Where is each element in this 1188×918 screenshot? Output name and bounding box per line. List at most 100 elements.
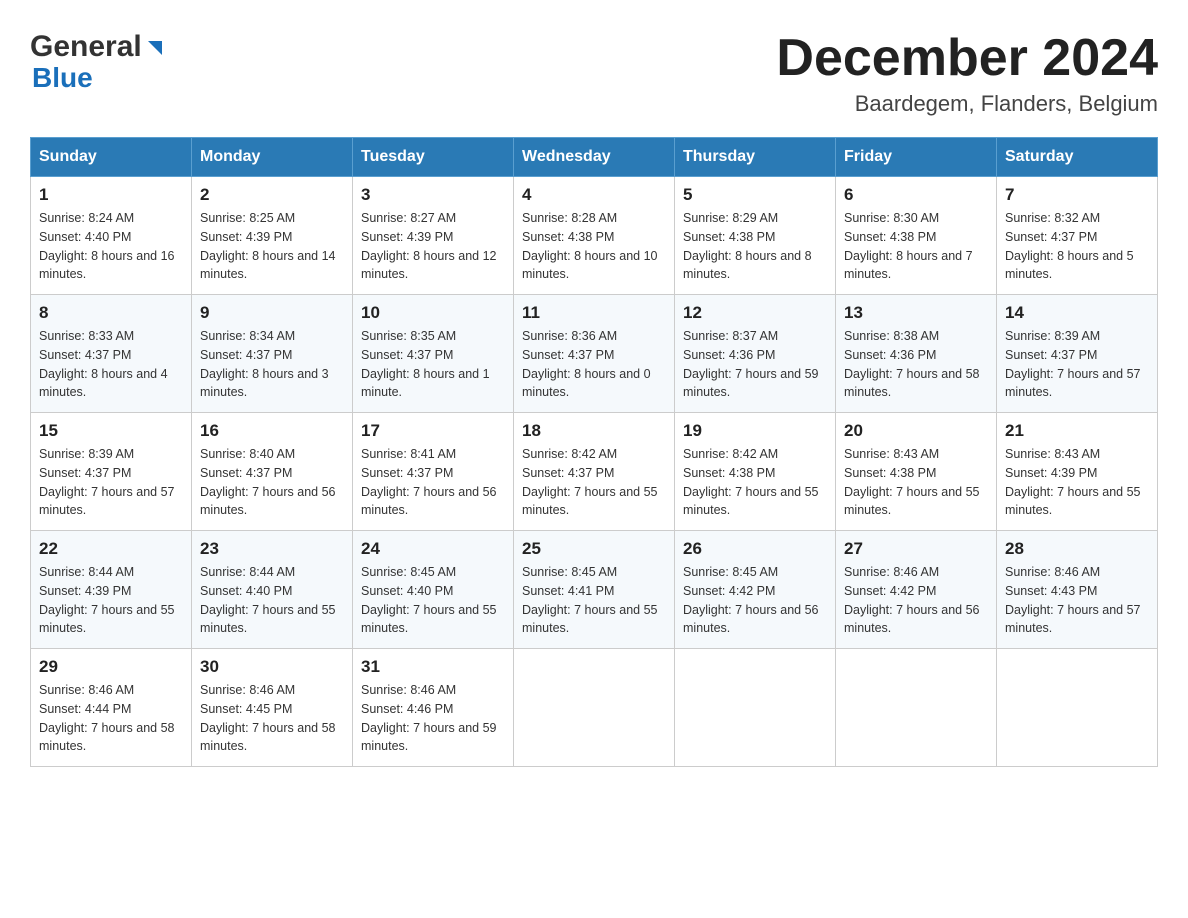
day-number: 9 [200,303,344,323]
day-number: 24 [361,539,505,559]
day-number: 6 [844,185,988,205]
day-number: 8 [39,303,183,323]
calendar-cell: 25 Sunrise: 8:45 AMSunset: 4:41 PMDayligh… [514,531,675,649]
day-info: Sunrise: 8:46 AMSunset: 4:45 PMDaylight:… [200,681,344,756]
day-number: 23 [200,539,344,559]
day-info: Sunrise: 8:43 AMSunset: 4:38 PMDaylight:… [844,445,988,520]
calendar-cell: 19 Sunrise: 8:42 AMSunset: 4:38 PMDayligh… [675,413,836,531]
calendar-header-sunday: Sunday [31,138,192,177]
day-info: Sunrise: 8:32 AMSunset: 4:37 PMDaylight:… [1005,209,1149,284]
day-info: Sunrise: 8:46 AMSunset: 4:44 PMDaylight:… [39,681,183,756]
calendar-week-row: 1 Sunrise: 8:24 AMSunset: 4:40 PMDaylight… [31,177,1158,295]
calendar-cell: 15 Sunrise: 8:39 AMSunset: 4:37 PMDayligh… [31,413,192,531]
logo-blue-text: Blue [32,62,93,94]
day-number: 30 [200,657,344,677]
calendar-table: SundayMondayTuesdayWednesdayThursdayFrid… [30,137,1158,767]
calendar-header-monday: Monday [192,138,353,177]
calendar-cell: 11Sunrise: 8:36 AMSunset: 4:37 PMDayligh… [514,295,675,413]
day-info: Sunrise: 8:33 AMSunset: 4:37 PMDaylight:… [39,327,183,402]
day-number: 21 [1005,421,1149,441]
calendar-header-tuesday: Tuesday [353,138,514,177]
day-info: Sunrise: 8:24 AMSunset: 4:40 PMDaylight:… [39,209,183,284]
day-number: 15 [39,421,183,441]
calendar-cell: 23 Sunrise: 8:44 AMSunset: 4:40 PMDayligh… [192,531,353,649]
calendar-cell [675,649,836,767]
calendar-cell: 12 Sunrise: 8:37 AMSunset: 4:36 PMDayligh… [675,295,836,413]
day-number: 16 [200,421,344,441]
day-number: 10 [361,303,505,323]
calendar-header-saturday: Saturday [997,138,1158,177]
calendar-cell: 21 Sunrise: 8:43 AMSunset: 4:39 PMDayligh… [997,413,1158,531]
day-info: Sunrise: 8:39 AMSunset: 4:37 PMDaylight:… [39,445,183,520]
day-info: Sunrise: 8:41 AMSunset: 4:37 PMDaylight:… [361,445,505,520]
day-number: 25 [522,539,666,559]
day-info: Sunrise: 8:34 AMSunset: 4:37 PMDaylight:… [200,327,344,402]
day-info: Sunrise: 8:45 AMSunset: 4:42 PMDaylight:… [683,563,827,638]
calendar-week-row: 8 Sunrise: 8:33 AMSunset: 4:37 PMDaylight… [31,295,1158,413]
calendar-cell: 14 Sunrise: 8:39 AMSunset: 4:37 PMDayligh… [997,295,1158,413]
calendar-cell: 3 Sunrise: 8:27 AMSunset: 4:39 PMDaylight… [353,177,514,295]
calendar-cell: 6 Sunrise: 8:30 AMSunset: 4:38 PMDaylight… [836,177,997,295]
location-subtitle: Baardegem, Flanders, Belgium [776,91,1158,117]
calendar-cell: 18 Sunrise: 8:42 AMSunset: 4:37 PMDayligh… [514,413,675,531]
day-number: 18 [522,421,666,441]
day-info: Sunrise: 8:38 AMSunset: 4:36 PMDaylight:… [844,327,988,402]
day-info: Sunrise: 8:42 AMSunset: 4:38 PMDaylight:… [683,445,827,520]
day-number: 31 [361,657,505,677]
day-number: 22 [39,539,183,559]
day-info: Sunrise: 8:43 AMSunset: 4:39 PMDaylight:… [1005,445,1149,520]
day-info: Sunrise: 8:44 AMSunset: 4:40 PMDaylight:… [200,563,344,638]
day-info: Sunrise: 8:25 AMSunset: 4:39 PMDaylight:… [200,209,344,284]
calendar-cell: 2 Sunrise: 8:25 AMSunset: 4:39 PMDaylight… [192,177,353,295]
calendar-cell: 28 Sunrise: 8:46 AMSunset: 4:43 PMDayligh… [997,531,1158,649]
calendar-cell: 31 Sunrise: 8:46 AMSunset: 4:46 PMDayligh… [353,649,514,767]
calendar-cell: 1 Sunrise: 8:24 AMSunset: 4:40 PMDaylight… [31,177,192,295]
day-number: 27 [844,539,988,559]
day-number: 2 [200,185,344,205]
title-block: December 2024 Baardegem, Flanders, Belgi… [776,30,1158,117]
day-number: 11 [522,303,666,323]
calendar-header-thursday: Thursday [675,138,836,177]
day-info: Sunrise: 8:37 AMSunset: 4:36 PMDaylight:… [683,327,827,402]
logo: General Blue [30,30,166,94]
logo-arrow-icon [144,37,166,59]
day-info: Sunrise: 8:45 AMSunset: 4:40 PMDaylight:… [361,563,505,638]
calendar-cell [836,649,997,767]
calendar-cell: 30 Sunrise: 8:46 AMSunset: 4:45 PMDayligh… [192,649,353,767]
day-info: Sunrise: 8:46 AMSunset: 4:42 PMDaylight:… [844,563,988,638]
day-number: 14 [1005,303,1149,323]
month-title: December 2024 [776,30,1158,87]
day-info: Sunrise: 8:27 AMSunset: 4:39 PMDaylight:… [361,209,505,284]
calendar-cell [997,649,1158,767]
calendar-week-row: 29Sunrise: 8:46 AMSunset: 4:44 PMDayligh… [31,649,1158,767]
day-info: Sunrise: 8:30 AMSunset: 4:38 PMDaylight:… [844,209,988,284]
day-number: 17 [361,421,505,441]
calendar-cell: 8 Sunrise: 8:33 AMSunset: 4:37 PMDaylight… [31,295,192,413]
calendar-cell: 10Sunrise: 8:35 AMSunset: 4:37 PMDayligh… [353,295,514,413]
calendar-header-row: SundayMondayTuesdayWednesdayThursdayFrid… [31,138,1158,177]
day-info: Sunrise: 8:39 AMSunset: 4:37 PMDaylight:… [1005,327,1149,402]
calendar-cell: 29Sunrise: 8:46 AMSunset: 4:44 PMDayligh… [31,649,192,767]
day-number: 3 [361,185,505,205]
calendar-week-row: 15 Sunrise: 8:39 AMSunset: 4:37 PMDayligh… [31,413,1158,531]
day-number: 28 [1005,539,1149,559]
calendar-week-row: 22Sunrise: 8:44 AMSunset: 4:39 PMDayligh… [31,531,1158,649]
page-header: General Blue December 2024 Baardegem, Fl… [30,30,1158,117]
day-number: 13 [844,303,988,323]
calendar-cell: 5Sunrise: 8:29 AMSunset: 4:38 PMDaylight… [675,177,836,295]
day-info: Sunrise: 8:42 AMSunset: 4:37 PMDaylight:… [522,445,666,520]
calendar-cell: 27 Sunrise: 8:46 AMSunset: 4:42 PMDayligh… [836,531,997,649]
day-info: Sunrise: 8:29 AMSunset: 4:38 PMDaylight:… [683,209,827,284]
calendar-cell: 9 Sunrise: 8:34 AMSunset: 4:37 PMDaylight… [192,295,353,413]
day-number: 12 [683,303,827,323]
day-info: Sunrise: 8:45 AMSunset: 4:41 PMDaylight:… [522,563,666,638]
day-number: 1 [39,185,183,205]
day-number: 7 [1005,185,1149,205]
calendar-cell [514,649,675,767]
calendar-cell: 22Sunrise: 8:44 AMSunset: 4:39 PMDayligh… [31,531,192,649]
calendar-cell: 4Sunrise: 8:28 AMSunset: 4:38 PMDaylight… [514,177,675,295]
day-number: 4 [522,185,666,205]
day-info: Sunrise: 8:46 AMSunset: 4:46 PMDaylight:… [361,681,505,756]
day-number: 19 [683,421,827,441]
day-info: Sunrise: 8:46 AMSunset: 4:43 PMDaylight:… [1005,563,1149,638]
